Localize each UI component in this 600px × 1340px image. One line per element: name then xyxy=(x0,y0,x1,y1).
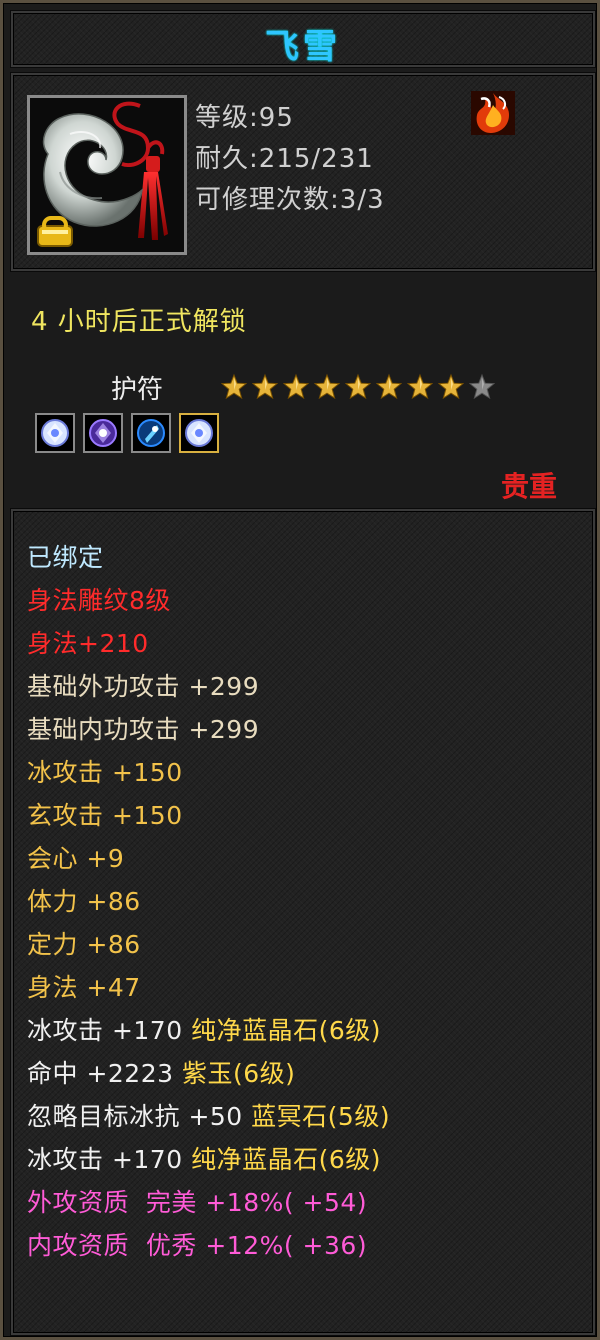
gem-property-line: 冰攻击 +170 纯净蓝晶石(6级) xyxy=(27,1143,381,1177)
slot-type: 护符 xyxy=(111,375,164,405)
property-line: 身法雕纹8级 xyxy=(27,586,171,615)
item-name: 飞雪 xyxy=(265,27,341,67)
gem-stat: 命中 +2223 xyxy=(27,1059,174,1088)
crystal-gem-icon[interactable] xyxy=(179,413,219,453)
property-line: 冰攻击 +150 xyxy=(27,758,183,787)
star-filled-icon xyxy=(375,373,403,401)
property-line: 身法+210 xyxy=(27,629,149,658)
level-stat: 等级:95 xyxy=(195,97,294,134)
durability-value: :215/231 xyxy=(249,144,374,174)
durability-label: 耐久 xyxy=(195,144,250,174)
property-line: 体力 +86 xyxy=(27,887,141,916)
gem-stat: 冰攻击 +170 xyxy=(27,1016,183,1045)
star-empty-icon xyxy=(468,373,496,401)
repair-count-value: :3/3 xyxy=(330,185,385,215)
gem-stat: 冰攻击 +170 xyxy=(27,1145,183,1174)
gem-property-line: 忽略目标冰抗 +50 蓝冥石(5级) xyxy=(27,1100,390,1134)
purple-gem-icon[interactable] xyxy=(83,413,123,453)
rarity-label: 贵重 xyxy=(501,470,558,503)
property-line: 会心 +9 xyxy=(27,844,125,873)
property-line: 基础内功攻击 +299 xyxy=(27,715,260,744)
star-filled-icon xyxy=(406,373,434,401)
star-filled-icon xyxy=(344,373,372,401)
property-line: 玄攻击 +150 xyxy=(27,801,183,830)
aptitude-line: 内攻资质 优秀 +12%( +36) xyxy=(27,1231,368,1260)
aptitude-line: 外攻资质 完美 +18%( +54) xyxy=(27,1188,368,1217)
star-filled-icon xyxy=(282,373,310,401)
blue-gem-icon[interactable] xyxy=(131,413,171,453)
gem-property-line: 命中 +2223 紫玉(6级) xyxy=(27,1057,295,1091)
durability-stat: 耐久:215/231 xyxy=(195,138,374,175)
title-bar: 飞雪 xyxy=(11,11,595,67)
jade-pendant-icon[interactable] xyxy=(27,95,187,255)
star-filled-icon xyxy=(251,373,279,401)
flame-emblem-icon xyxy=(469,89,517,137)
gem-property-line: 冰攻击 +170 纯净蓝晶石(6级) xyxy=(27,1014,381,1048)
level-value: :95 xyxy=(249,103,294,133)
property-line: 定力 +86 xyxy=(27,930,141,959)
star-filled-icon xyxy=(313,373,341,401)
item-tooltip: 飞雪 等级:95 耐久:215/231 可修理次数:3/3 4 小时后正式解锁 … xyxy=(0,0,600,1340)
level-label: 等级 xyxy=(195,103,250,133)
star-filled-icon xyxy=(437,373,465,401)
gem-name: 蓝冥石(5级) xyxy=(251,1102,391,1131)
gem-name: 纯净蓝晶石(6级) xyxy=(191,1145,381,1174)
star-filled-icon xyxy=(220,373,248,401)
gem-name: 紫玉(6级) xyxy=(181,1059,296,1088)
repair-count-label: 可修理次数 xyxy=(195,185,331,215)
repair-count-stat: 可修理次数:3/3 xyxy=(195,179,385,216)
property-line: 基础外功攻击 +299 xyxy=(27,672,260,701)
unlock-notice: 4 小时后正式解锁 xyxy=(31,307,247,337)
property-line: 身法 +47 xyxy=(27,973,141,1002)
crystal-gem-icon[interactable] xyxy=(35,413,75,453)
properties-panel: 已绑定 身法雕纹8级 身法+210 基础外功攻击 +299 基础内功攻击 +29… xyxy=(11,509,595,1335)
gem-stat: 忽略目标冰抗 +50 xyxy=(27,1102,243,1131)
property-line: 已绑定 xyxy=(27,543,104,572)
item-header: 等级:95 耐久:215/231 可修理次数:3/3 xyxy=(11,73,595,271)
gem-name: 纯净蓝晶石(6级) xyxy=(191,1016,381,1045)
